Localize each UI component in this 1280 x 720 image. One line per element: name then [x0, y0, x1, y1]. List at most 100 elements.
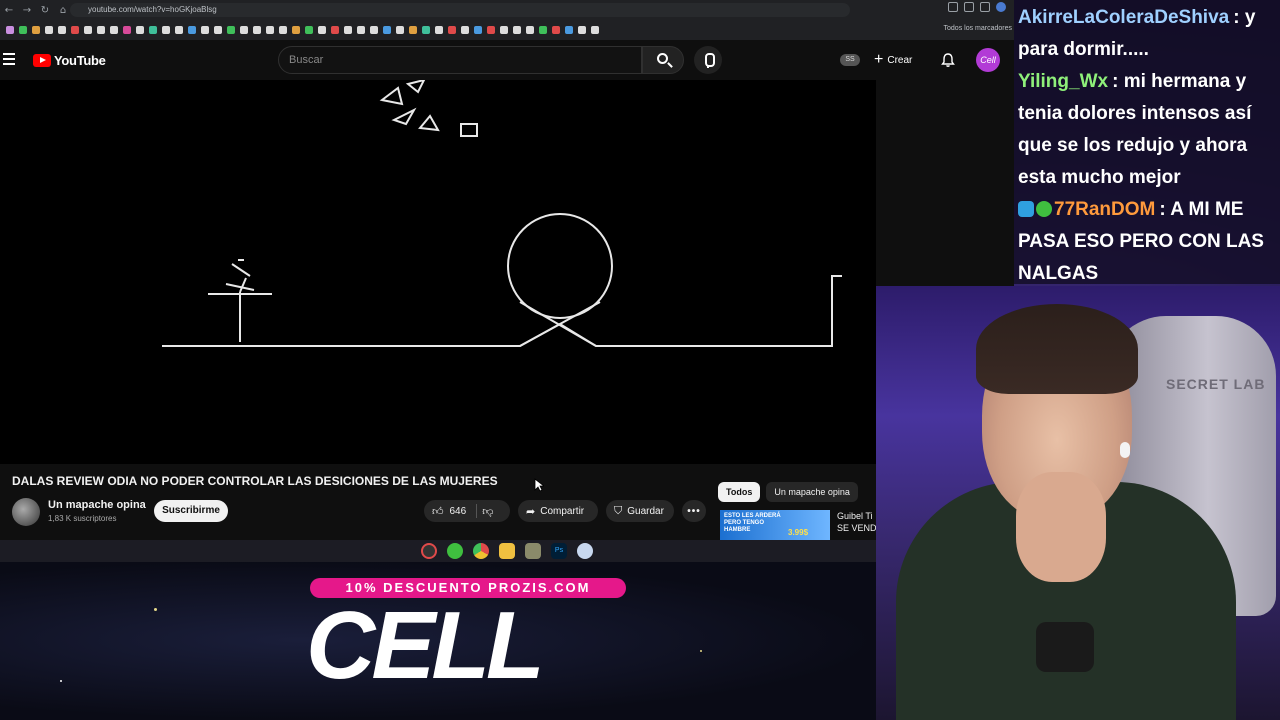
- bookmark-icon[interactable]: [422, 26, 430, 34]
- bookmark-icon[interactable]: [591, 26, 599, 34]
- thumbs-up-icon[interactable]: 👍︎: [432, 505, 444, 518]
- discord-icon[interactable]: [577, 543, 593, 559]
- files-icon[interactable]: [499, 543, 515, 559]
- share-arrow-icon: ➦: [526, 504, 536, 518]
- recorder-icon[interactable]: [421, 543, 437, 559]
- all-bookmarks-folder[interactable]: Todos los marcadores: [944, 25, 1012, 32]
- bookmark-icon[interactable]: [279, 26, 287, 34]
- chat-message: 77RanDOM: A MI ME PASA ESO PERO CON LAS …: [1018, 194, 1276, 290]
- recommendation-thumbnail[interactable]: ESTO LES ARDERÁ PERO TENGO HAMBRE 3.99$: [720, 510, 830, 540]
- bookmark-icon[interactable]: [526, 26, 534, 34]
- bookmark-icon[interactable]: [123, 26, 131, 34]
- bookmark-icon[interactable]: [45, 26, 53, 34]
- zoom-icon[interactable]: [948, 2, 958, 12]
- bookmark-icon[interactable]: [513, 26, 521, 34]
- bookmark-icon: ⛉: [614, 504, 623, 517]
- cube-badge-icon: [1018, 201, 1034, 217]
- triangle-shape: [379, 86, 404, 106]
- bookmark-icon[interactable]: [214, 26, 222, 34]
- square-shape: [460, 123, 478, 137]
- photoshop-icon[interactable]: Ps: [551, 543, 567, 559]
- notifications-bell-icon[interactable]: [940, 52, 956, 68]
- bookmark-icon[interactable]: [409, 26, 417, 34]
- bookmark-icon[interactable]: [396, 26, 404, 34]
- bookmark-icon[interactable]: [474, 26, 482, 34]
- channel-name[interactable]: Un mapache opina: [48, 499, 146, 511]
- youtube-logo[interactable]: YouTube: [33, 53, 106, 68]
- video-frame: [162, 80, 842, 347]
- bookmark-icon[interactable]: [383, 26, 391, 34]
- video-player[interactable]: [0, 80, 876, 464]
- channel-avatar[interactable]: [12, 498, 40, 526]
- recommendation-title[interactable]: Guibel Ti SE VEND: [837, 510, 877, 534]
- more-actions-icon[interactable]: •••: [682, 500, 706, 522]
- reload-icon[interactable]: ↻: [36, 5, 54, 16]
- bookmark-icon[interactable]: [435, 26, 443, 34]
- address-bar[interactable]: youtube.com/watch?v=hoGKjoaBlsg: [70, 3, 850, 17]
- like-dislike-pill: 👍︎ 646 👎︎: [424, 500, 510, 522]
- bookmark-icon[interactable]: [500, 26, 508, 34]
- profile-icon[interactable]: [996, 2, 1006, 12]
- save-button[interactable]: ⛉ Guardar: [606, 500, 674, 522]
- user-avatar[interactable]: Cell: [976, 48, 1000, 72]
- bookmark-icon[interactable]: [201, 26, 209, 34]
- bookmark-icon[interactable]: [370, 26, 378, 34]
- star-icon[interactable]: [964, 2, 974, 12]
- forward-icon[interactable]: →: [18, 5, 36, 16]
- bookmark-icon[interactable]: [487, 26, 495, 34]
- chat-message: AkirreLaColeraDeShiva: y para dormir....…: [1018, 2, 1276, 66]
- create-button[interactable]: + Crear: [874, 49, 912, 71]
- chat-username: AkirreLaColeraDeShiva: [1018, 7, 1230, 28]
- voice-search-mic-icon[interactable]: [694, 46, 722, 74]
- browser-window: ← → ↻ ⌂ youtube.com/watch?v=hoGKjoaBlsg: [0, 0, 1014, 562]
- bookmark-icon[interactable]: [266, 26, 274, 34]
- chair-logo: SECRET LAB: [1166, 376, 1266, 392]
- bookmark-icon[interactable]: [84, 26, 92, 34]
- chrome-icon[interactable]: [473, 543, 489, 559]
- extensions-icon[interactable]: [980, 2, 990, 12]
- bookmark-icon[interactable]: [188, 26, 196, 34]
- bookmark-icon[interactable]: [552, 26, 560, 34]
- search-button[interactable]: [642, 46, 684, 74]
- bookmark-icon[interactable]: [175, 26, 183, 34]
- hamburger-menu-icon[interactable]: [3, 53, 15, 67]
- thumbs-down-icon[interactable]: 👎︎: [482, 505, 493, 518]
- bookmark-icon[interactable]: [539, 26, 547, 34]
- bookmark-icon[interactable]: [227, 26, 235, 34]
- bookmark-icon[interactable]: [19, 26, 27, 34]
- bookmark-icon[interactable]: [344, 26, 352, 34]
- bookmark-icon[interactable]: [71, 26, 79, 34]
- bookmark-icon[interactable]: [565, 26, 573, 34]
- bookmark-icon[interactable]: [240, 26, 248, 34]
- share-label: Compartir: [540, 505, 585, 517]
- bookmark-icon[interactable]: [461, 26, 469, 34]
- bookmark-icon[interactable]: [32, 26, 40, 34]
- bookmark-icon[interactable]: [292, 26, 300, 34]
- subscribe-button[interactable]: Suscribirme: [154, 500, 228, 522]
- bookmark-icon[interactable]: [305, 26, 313, 34]
- bookmark-icon[interactable]: [253, 26, 261, 34]
- bookmark-icon[interactable]: [357, 26, 365, 34]
- back-icon[interactable]: ←: [0, 5, 18, 16]
- chip-all[interactable]: Todos: [718, 482, 761, 502]
- bookmark-icon[interactable]: [149, 26, 157, 34]
- bookmark-icon[interactable]: [578, 26, 586, 34]
- bookmark-icon[interactable]: [136, 26, 144, 34]
- share-button[interactable]: ➦ Compartir: [518, 500, 598, 522]
- chat-username: 77RanDOM: [1054, 199, 1156, 220]
- bookmark-icon[interactable]: [6, 26, 14, 34]
- chip-channel[interactable]: Un mapache opina: [766, 482, 858, 502]
- bookmark-icon[interactable]: [58, 26, 66, 34]
- bookmark-icon[interactable]: [97, 26, 105, 34]
- bookmark-icon[interactable]: [318, 26, 326, 34]
- app-icon[interactable]: [525, 543, 541, 559]
- bookmark-icon[interactable]: [448, 26, 456, 34]
- bookmark-icon[interactable]: [331, 26, 339, 34]
- like-count[interactable]: 646: [450, 506, 467, 517]
- chat-message: Yiling_Wx: mi hermana y tenia dolores in…: [1018, 66, 1276, 194]
- search-input[interactable]: Buscar: [278, 46, 642, 74]
- xbox-icon[interactable]: [447, 543, 463, 559]
- streamer-hand: [1016, 472, 1106, 582]
- bookmark-icon[interactable]: [110, 26, 118, 34]
- bookmark-icon[interactable]: [162, 26, 170, 34]
